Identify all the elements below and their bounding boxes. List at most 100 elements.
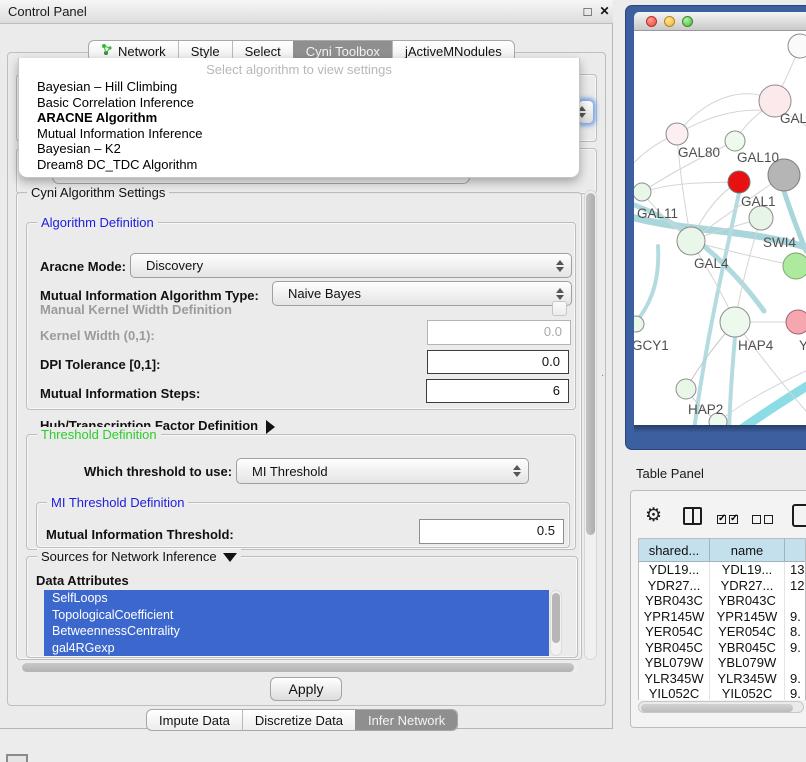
table-cell[interactable]: YDL19... — [639, 562, 710, 578]
table-cell[interactable]: YPR145W — [639, 609, 710, 625]
table-row[interactable]: YDL19...YDL19...13 — [639, 562, 806, 578]
node-gal4[interactable] — [677, 227, 705, 255]
attribute-item-selected[interactable]: TopologicalCoefficient — [44, 607, 549, 624]
node-gal10[interactable] — [725, 131, 745, 151]
table-cell[interactable]: YER054C — [639, 624, 710, 640]
table-cell[interactable]: 9. — [785, 686, 806, 700]
table-cell[interactable] — [785, 593, 806, 609]
table-cell[interactable]: YLR345W — [710, 671, 785, 687]
node-pink-right[interactable] — [786, 310, 806, 334]
table-cell[interactable]: YDR27... — [710, 578, 785, 594]
table-cell[interactable]: YBL079W — [710, 655, 785, 671]
zoom-traffic-light-icon[interactable] — [682, 16, 693, 27]
algorithm-option[interactable]: Mutual Information Inference — [19, 126, 579, 142]
attribute-item-selected[interactable]: SelfLoops — [44, 590, 549, 607]
network-canvas[interactable]: GALGAL80GAL10GAL1GAL11GAL4SWI4GCY1HAP4YH… — [634, 31, 806, 425]
table-cell[interactable]: 9. — [785, 609, 806, 625]
table-cell[interactable]: YBR045C — [710, 640, 785, 656]
which-threshold-combo[interactable]: MI Threshold — [236, 458, 529, 484]
attribute-item-selected[interactable]: BetweennessCentrality — [44, 623, 549, 640]
node-top-partial[interactable] — [788, 34, 806, 58]
node-attribute-table[interactable]: shared...nameYDL19...YDL19...13YDR27...Y… — [638, 538, 806, 700]
table-cell[interactable]: YPR145W — [710, 609, 785, 625]
algorithm-option[interactable]: Bayesian – Hill Climbing — [19, 79, 579, 95]
table-cell[interactable]: YBR043C — [710, 593, 785, 609]
column-header[interactable]: shared... — [639, 539, 710, 562]
table-cell[interactable]: 13 — [785, 562, 806, 578]
column-header[interactable] — [785, 539, 806, 562]
tab-impute-data[interactable]: Impute Data — [147, 710, 242, 730]
node-hap2[interactable] — [676, 379, 696, 399]
column-settings-icon[interactable] — [683, 507, 702, 525]
network-edge[interactable] — [642, 182, 739, 192]
node-selected-red[interactable] — [728, 171, 750, 193]
aracne-mode-combo[interactable]: Discovery — [130, 253, 572, 278]
table-row[interactable]: YBL079WYBL079W — [639, 655, 806, 671]
table-cell[interactable]: YER054C — [710, 624, 785, 640]
tab-discretize-data[interactable]: Discretize Data — [242, 710, 355, 730]
table-cell[interactable]: YIL052C — [710, 686, 785, 700]
scrollbar-thumb[interactable] — [552, 593, 560, 643]
table-row[interactable]: YIL052CYIL052C9. — [639, 686, 806, 700]
dpi-tolerance-field[interactable]: 0.0 — [427, 350, 569, 374]
algorithm-option[interactable]: Basic Correlation Inference — [19, 95, 579, 111]
attribute-item-selected[interactable]: gal4RGexp — [44, 640, 549, 657]
algorithm-combo-stepper[interactable] — [578, 100, 594, 124]
node-swi4-green[interactable] — [783, 253, 806, 279]
close-traffic-light-icon[interactable] — [646, 16, 657, 27]
table-cell[interactable]: YBR043C — [639, 593, 710, 609]
deselect-all-icon[interactable] — [752, 511, 776, 529]
table-row[interactable]: YER054CYER054C8. — [639, 624, 806, 640]
algorithm-option[interactable]: ARACNE Algorithm — [19, 110, 579, 126]
apply-button[interactable]: Apply — [270, 677, 342, 701]
node-gal80[interactable] — [666, 123, 688, 145]
attributes-scrollbar[interactable] — [550, 590, 562, 656]
manual-kernel-checkbox[interactable] — [552, 301, 567, 316]
scrollbar-thumb[interactable] — [22, 663, 574, 672]
table-cell[interactable]: YDL19... — [710, 562, 785, 578]
close-window-icon[interactable]: ✕ — [598, 5, 611, 18]
table-row[interactable]: YPR145WYPR145W9. — [639, 609, 806, 625]
table-cell[interactable]: 8. — [785, 624, 806, 640]
algorithm-option[interactable]: Bayesian – K2 — [19, 141, 579, 157]
node-gcy1[interactable] — [634, 316, 644, 332]
sources-group-title[interactable]: Sources for Network Inference — [37, 549, 241, 564]
network-window-titlebar[interactable] — [634, 12, 806, 31]
scrollbar-thumb[interactable] — [641, 704, 793, 712]
kernel-width-field[interactable]: 0.0 — [427, 320, 571, 345]
node-gal11[interactable] — [634, 183, 651, 201]
settings-horizontal-scrollbar[interactable] — [20, 662, 578, 673]
node-gal1[interactable] — [749, 206, 773, 230]
minimize-traffic-light-icon[interactable] — [664, 16, 675, 27]
table-cell[interactable]: YBL079W — [639, 655, 710, 671]
table-row[interactable]: YBR043CYBR043C — [639, 593, 806, 609]
mi-steps-field[interactable]: 6 — [426, 379, 569, 403]
table-cell[interactable]: YLR345W — [639, 671, 710, 687]
select-all-icon[interactable] — [717, 511, 741, 529]
scrollbar-thumb[interactable] — [586, 193, 595, 535]
data-attributes-list[interactable]: SelfLoopsTopologicalCoefficientBetweenne… — [44, 590, 549, 656]
export-table-icon[interactable] — [792, 504, 806, 527]
table-row[interactable]: YLR345WYLR345W9. — [639, 671, 806, 687]
mi-threshold-field[interactable]: 0.5 — [419, 519, 564, 544]
table-cell[interactable] — [785, 655, 806, 671]
table-cell[interactable]: YIL052C — [639, 686, 710, 700]
table-horizontal-scrollbar[interactable] — [638, 701, 804, 713]
minimized-panel-stub[interactable] — [6, 754, 28, 762]
settings-vertical-scrollbar[interactable] — [584, 190, 597, 660]
float-window-icon[interactable]: □ — [581, 5, 594, 18]
panel-splitter-handle[interactable]: · — [601, 370, 605, 374]
algorithm-option[interactable]: Dream8 DC_TDC Algorithm — [19, 157, 579, 173]
table-row[interactable]: YBR045CYBR045C9. — [639, 640, 806, 656]
table-cell[interactable]: 12 — [785, 578, 806, 594]
table-cell[interactable]: 9. — [785, 640, 806, 656]
column-header[interactable]: name — [710, 539, 785, 562]
table-cell[interactable]: 9. — [785, 671, 806, 687]
table-cell[interactable]: YBR045C — [639, 640, 710, 656]
node-hap4[interactable] — [720, 307, 750, 337]
gear-icon[interactable]: ⚙ — [645, 504, 662, 527]
tab-infer-network[interactable]: Infer Network — [355, 710, 457, 730]
mi-type-combo[interactable]: Naive Bayes — [272, 281, 572, 306]
table-row[interactable]: YDR27...YDR27...12 — [639, 578, 806, 594]
table-cell[interactable]: YDR27... — [639, 578, 710, 594]
